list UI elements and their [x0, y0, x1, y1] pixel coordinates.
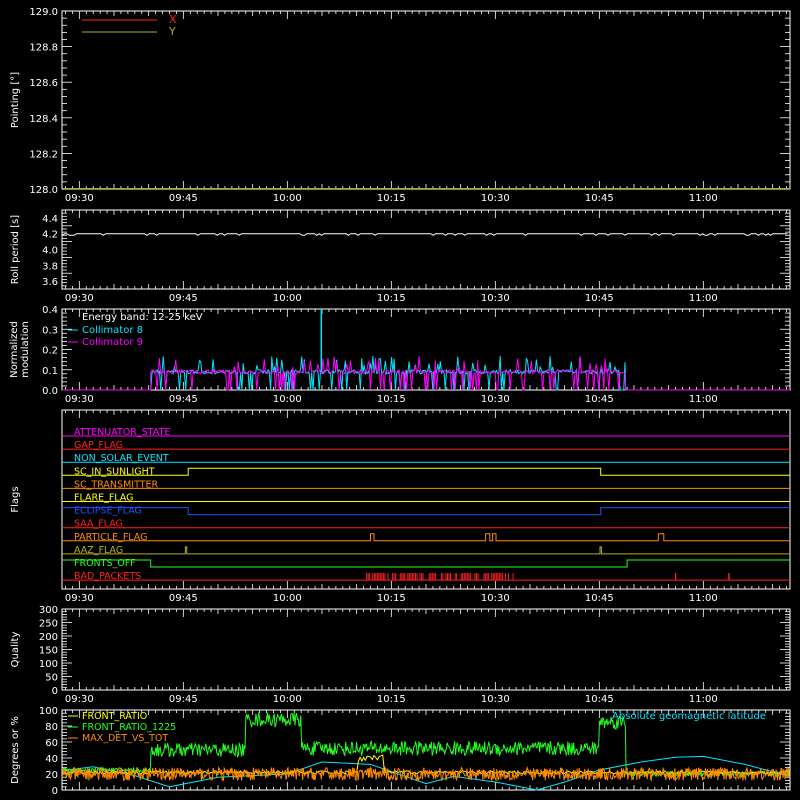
- modulation-time-label: 10:15: [377, 394, 406, 405]
- modulation-ylabel-line: Normalized: [9, 321, 20, 378]
- legend-label-front-ratio: FRONT_RATIO: [82, 711, 147, 722]
- pointing-ytick-label: 128.2: [29, 149, 58, 160]
- quality-ytick-label: 100: [39, 659, 58, 670]
- quality-time-label: 10:00: [273, 694, 302, 705]
- quality-ylabel: Quality: [10, 632, 21, 668]
- roll-ylabel: Roll period [s]: [10, 215, 21, 284]
- roll-time-label: 10:15: [377, 293, 406, 304]
- roll-time-label: 09:45: [169, 293, 198, 304]
- modulation-ytick-label: 0.0: [42, 386, 58, 397]
- ratios-ytick-label: 20: [45, 770, 58, 781]
- quality-ytick-label: 250: [39, 619, 58, 630]
- roll-ytick-label: 4.4: [42, 214, 58, 225]
- roll-time-label: 10:00: [273, 293, 302, 304]
- ratios-ytick-label: 100: [39, 706, 58, 717]
- ratios-ytick-label: 40: [45, 754, 58, 765]
- modulation-time-label: 10:00: [273, 394, 302, 405]
- modulation-time-label: 11:00: [689, 394, 718, 405]
- geomagnetic-latitude-label: Absolute geomagnetic latitude: [612, 711, 766, 722]
- legend-label-Y: Y: [168, 25, 176, 38]
- pointing-ytick-label: 128.4: [29, 114, 58, 125]
- quality-ytick-label: 300: [39, 605, 58, 616]
- pointing-ytick-label: 129.0: [29, 7, 58, 18]
- roll-time-label: 11:00: [689, 293, 718, 304]
- ratios-ytick-label: 60: [45, 738, 58, 749]
- quality-time-label: 09:30: [65, 694, 94, 705]
- quality-time-label: 10:45: [585, 694, 614, 705]
- modulation-ylabel-line: modulation: [20, 321, 31, 378]
- pointing-time-label: 10:30: [481, 193, 510, 204]
- roll-time-label: 09:30: [65, 293, 94, 304]
- modulation-time-label: 09:45: [169, 394, 198, 405]
- legend-label-front-ratio-1225: FRONT_RATIO_1225: [82, 722, 176, 733]
- flags-ylabel: Flags: [10, 486, 21, 512]
- quality-ytick-label: 200: [39, 632, 58, 643]
- modulation-ylabel: Normalizedmodulation: [9, 321, 31, 378]
- pointing-time-label: 09:45: [169, 193, 198, 204]
- ratios-ytick-label: 80: [45, 722, 58, 733]
- pointing-time-label: 10:00: [273, 193, 302, 204]
- modulation-ytick-label: 0.2: [42, 346, 58, 357]
- flags-time-label: 10:30: [481, 593, 510, 604]
- roll-time-label: 10:45: [585, 293, 614, 304]
- quality-ytick-label: 50: [45, 673, 58, 684]
- modulation-ytick-label: 0.3: [42, 325, 58, 336]
- flags-time-label: 11:00: [689, 593, 718, 604]
- pointing-ytick-label: 128.6: [29, 78, 58, 89]
- ratios-ytick-label: 0: [52, 786, 58, 797]
- flags-time-label: 10:45: [585, 593, 614, 604]
- modulation-time-label: 10:30: [481, 394, 510, 405]
- flags-time-label: 09:45: [169, 593, 198, 604]
- modulation-ytick-label: 0.1: [42, 366, 58, 377]
- roll-ytick-label: 3.6: [42, 277, 58, 288]
- quality-ytick-label: 0: [52, 686, 58, 697]
- legend-label-collimator-9: Collimator 9: [82, 337, 143, 348]
- ratios-ylabel: Degrees or %: [10, 716, 21, 784]
- flags-time-label: 10:00: [273, 593, 302, 604]
- pointing-ytick-label: 128.8: [29, 43, 58, 54]
- quality-time-label: 10:30: [481, 694, 510, 705]
- legend-label-max-det-vs-tot: MAX_DET_VS_TOT: [82, 733, 168, 744]
- quality-time-label: 11:00: [689, 694, 718, 705]
- pointing-ytick-label: 128.0: [29, 185, 58, 196]
- flags-time-label: 10:15: [377, 593, 406, 604]
- modulation-ytick-label: 0.4: [42, 305, 58, 316]
- roll-ytick-label: 4.2: [42, 230, 58, 241]
- pointing-time-label: 11:00: [689, 193, 718, 204]
- modulation-time-label: 09:30: [65, 394, 94, 405]
- quality-ytick-label: 150: [39, 646, 58, 657]
- quality-time-label: 10:15: [377, 694, 406, 705]
- modulation-time-label: 10:45: [585, 394, 614, 405]
- pointing-time-label: 09:30: [65, 193, 94, 204]
- pointing-time-label: 10:15: [377, 193, 406, 204]
- roll-ytick-label: 4.0: [42, 246, 58, 257]
- energy-band-annotation: Energy band: 12-25 keV: [82, 312, 203, 323]
- pointing-ylabel: Pointing [°]: [10, 72, 21, 128]
- roll-time-label: 10:30: [481, 293, 510, 304]
- flags-time-label: 09:30: [65, 593, 94, 604]
- figure: 09:30 09:45 10:00 10:15 10:30 10:45 11:00 128.0…: [0, 0, 800, 800]
- roll-ytick-label: 3.8: [42, 261, 58, 272]
- pointing-time-label: 10:45: [585, 193, 614, 204]
- quality-time-label: 09:45: [169, 694, 198, 705]
- legend-label-collimator-8: Collimator 8: [82, 325, 143, 336]
